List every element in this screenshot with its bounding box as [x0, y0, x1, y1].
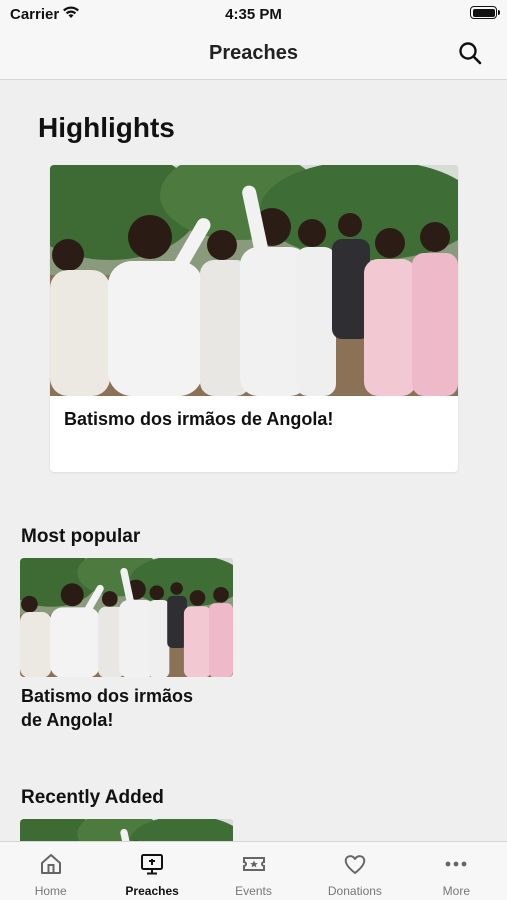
popular-thumbnail-image: [20, 558, 233, 677]
highlight-caption: Batismo dos irmãos de Angola!: [64, 409, 334, 429]
more-icon: [445, 861, 467, 867]
tab-events[interactable]: Events: [203, 842, 304, 900]
highlights-heading: Highlights: [38, 112, 175, 143]
tab-bar: Home Preaches Events Donations More: [0, 841, 507, 900]
navigation-bar: Preaches: [0, 28, 507, 80]
heart-icon: [344, 855, 366, 874]
recently-added-heading: Recently Added: [21, 787, 164, 808]
tab-events-label: Events: [235, 884, 272, 898]
tab-home-label: Home: [34, 884, 67, 898]
tab-more-label: More: [442, 884, 470, 898]
battery-icon: [470, 6, 500, 19]
popular-card-thumbnail[interactable]: [20, 558, 233, 677]
tab-preaches[interactable]: Preaches: [101, 842, 202, 900]
highlight-thumbnail: [50, 165, 458, 396]
most-popular-heading: Most popular: [21, 526, 141, 547]
tab-home[interactable]: Home: [0, 842, 101, 900]
tab-donations-label: Donations: [327, 884, 382, 898]
status-time: 4:35 PM: [225, 6, 282, 23]
recent-card-thumbnail[interactable]: [20, 819, 233, 841]
tab-more[interactable]: More: [406, 842, 507, 900]
content-scroll[interactable]: Highlights Batismo dos irmãos de Angola!…: [0, 80, 507, 841]
recent-thumbnail-image: [20, 819, 233, 841]
monitor-icon: [141, 854, 164, 875]
home-icon: [40, 854, 61, 874]
ticket-icon: [242, 857, 265, 871]
highlight-card[interactable]: Batismo dos irmãos de Angola!: [50, 165, 458, 472]
status-bar: Carrier 4:35 PM: [0, 0, 507, 28]
page-title: Preaches: [209, 42, 298, 64]
search-icon[interactable]: [457, 40, 483, 66]
tab-donations[interactable]: Donations: [304, 842, 405, 900]
popular-card-caption[interactable]: Batismo dos irmãos de Angola!: [21, 684, 241, 732]
tab-preaches-label: Preaches: [125, 884, 179, 898]
